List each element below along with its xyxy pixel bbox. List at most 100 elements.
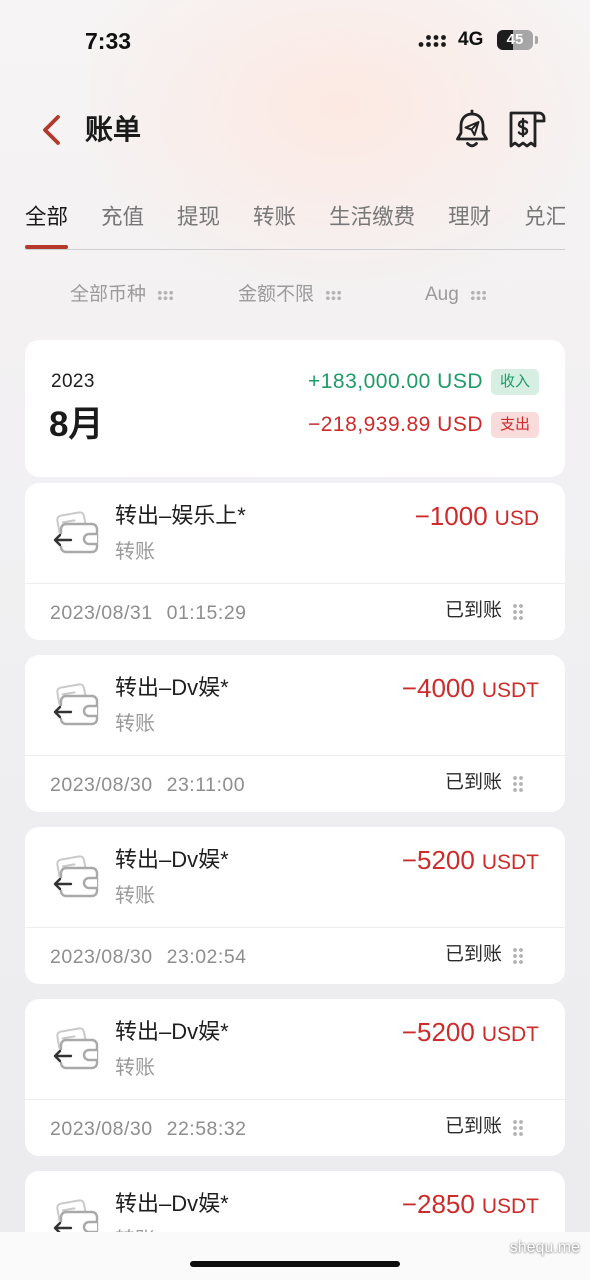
transaction-list: 转出–娱乐上* 转账 −1000 USD 2023/08/31 01:15:29… <box>25 483 565 1232</box>
transaction-title: 转出–Dv娱* <box>115 1019 229 1044</box>
home-indicator[interactable] <box>190 1261 400 1267</box>
transaction-title: 转出–娱乐上* <box>115 503 246 528</box>
status-dots-icon <box>512 1119 524 1137</box>
transaction-divider <box>25 1099 565 1100</box>
wallet-transfer-out-icon <box>53 1199 99 1232</box>
transaction-amount: −5200 USDT <box>402 1016 539 1048</box>
income-row: +183,000.00 USD 收入 <box>308 369 539 395</box>
wallet-transfer-out-icon <box>53 1027 99 1070</box>
expense-amount: −218,939.89 USD <box>307 413 483 436</box>
transaction-datetime: 2023/08/30 22:58:32 <box>50 1116 247 1142</box>
transaction-datetime: 2023/08/30 23:02:54 <box>50 944 247 970</box>
transaction-type: 转账 <box>115 541 155 563</box>
watermark: shequ.me <box>509 1239 580 1256</box>
transaction-date: 2023/08/31 <box>50 602 153 624</box>
transaction-card[interactable]: 转出–娱乐上* 转账 −1000 USD 2023/08/31 01:15:29… <box>25 483 565 640</box>
transaction-date: 2023/08/30 <box>50 774 153 796</box>
transaction-card[interactable]: 转出–Dv娱* 转账 −5200 USDT 2023/08/30 22:58:3… <box>25 999 565 1156</box>
wallet-transfer-out-icon <box>53 855 99 898</box>
status-bar: 7:33 4G 45 <box>0 0 590 80</box>
more-dots-icon <box>325 289 343 301</box>
status-time: 7:33 <box>85 28 132 54</box>
transaction-card[interactable]: 转出–Dv娱* 转账 −5200 USDT 2023/08/30 23:02:5… <box>25 827 565 984</box>
signal-dots-icon <box>418 35 446 47</box>
transaction-currency: USD <box>494 507 539 530</box>
transaction-currency: USDT <box>481 1023 539 1046</box>
month-filter-label: Aug <box>425 284 459 305</box>
bottom-safe-area: shequ.me <box>0 1232 590 1280</box>
currency-filter[interactable]: 全部币种 <box>70 283 175 307</box>
more-dots-icon <box>469 289 487 301</box>
wallet-transfer-out-icon <box>53 683 99 726</box>
receipt-dollar-icon[interactable] <box>505 108 549 152</box>
transaction-type: 转账 <box>115 885 155 907</box>
tab-exchange[interactable]: 兑汇 <box>524 200 565 250</box>
transaction-amount: −5200 USDT <box>402 844 539 876</box>
transaction-card[interactable]: 转出–Dv娱* 转账 −2850 USDT <box>25 1171 565 1232</box>
month-filter[interactable]: Aug <box>425 283 487 307</box>
transaction-title: 转出–Dv娱* <box>115 847 229 872</box>
transaction-type: 转账 <box>115 713 155 735</box>
transaction-divider <box>25 583 565 584</box>
status-dots-icon <box>512 947 524 965</box>
transaction-status: 已到账 <box>445 772 503 793</box>
transaction-status: 已到账 <box>445 944 503 965</box>
transaction-currency: USDT <box>481 851 539 874</box>
tab-withdraw[interactable]: 提现 <box>177 200 220 250</box>
transaction-time: 22:58:32 <box>166 1118 247 1140</box>
back-button[interactable] <box>36 112 66 148</box>
transaction-currency: USDT <box>481 1195 539 1218</box>
transaction-amount-value: −5200 <box>401 1017 475 1047</box>
transaction-divider <box>25 927 565 928</box>
page-title: 账单 <box>85 114 142 145</box>
transaction-type: 转账 <box>115 1057 155 1079</box>
transaction-amount-value: −1000 <box>414 501 488 531</box>
chevron-left-icon[interactable] <box>36 112 66 148</box>
battery-icon: 45 <box>497 30 533 50</box>
transaction-amount: −4000 USDT <box>402 672 539 704</box>
transaction-amount: −1000 USD <box>415 500 539 532</box>
tab-top-up[interactable]: 充值 <box>101 200 144 250</box>
receipt-button[interactable] <box>505 108 549 152</box>
transaction-datetime: 2023/08/31 01:15:29 <box>50 600 247 626</box>
transaction-amount-value: −2850 <box>401 1189 475 1219</box>
battery-nub <box>535 36 538 44</box>
transaction-amount-value: −5200 <box>401 845 475 875</box>
transaction-divider <box>25 755 565 756</box>
transaction-time: 23:11:00 <box>166 774 246 796</box>
transaction-date: 2023/08/30 <box>50 946 153 968</box>
monthly-summary-card: 2023 8月 +183,000.00 USD 收入 −218,939.89 U… <box>25 340 565 477</box>
transaction-time: 01:15:29 <box>166 602 247 624</box>
transaction-amount-value: −4000 <box>401 673 475 703</box>
tabs-divider <box>25 249 565 250</box>
transaction-status: 已到账 <box>445 1116 503 1137</box>
transaction-title: 转出–Dv娱* <box>115 675 229 700</box>
notification-button[interactable] <box>452 108 492 152</box>
transaction-time: 23:02:54 <box>166 946 247 968</box>
currency-filter-label: 全部币种 <box>70 284 147 305</box>
tab-transfer[interactable]: 转账 <box>253 200 296 250</box>
tab-all[interactable]: 全部 <box>25 200 69 250</box>
status-dots-icon <box>512 603 524 621</box>
summary-year: 2023 <box>51 371 95 392</box>
wallet-transfer-out-icon <box>53 511 99 554</box>
amount-filter[interactable]: 金额不限 <box>238 283 343 307</box>
more-dots-icon <box>157 289 175 301</box>
transaction-amount: −2850 USDT <box>402 1188 539 1220</box>
income-amount: +183,000.00 USD <box>307 370 483 393</box>
expense-row: −218,939.89 USD 支出 <box>308 412 539 438</box>
amount-filter-label: 金额不限 <box>238 284 315 305</box>
transaction-date: 2023/08/30 <box>50 1118 153 1140</box>
tab-utilities[interactable]: 生活缴费 <box>329 200 415 250</box>
transaction-currency: USDT <box>481 679 539 702</box>
category-tabs: 全部 充值 提现 转账 生活缴费 理财 兑汇 <box>25 200 565 250</box>
transaction-card[interactable]: 转出–Dv娱* 转账 −4000 USDT 2023/08/30 23:11:0… <box>25 655 565 812</box>
expense-badge: 支出 <box>491 412 539 438</box>
network-type: 4G <box>458 29 484 50</box>
transaction-status: 已到账 <box>445 600 503 621</box>
transaction-datetime: 2023/08/30 23:11:00 <box>50 772 245 798</box>
bell-icon[interactable] <box>452 108 492 152</box>
status-dots-icon <box>512 775 524 793</box>
tab-wealth[interactable]: 理财 <box>448 200 491 250</box>
income-badge: 收入 <box>491 369 539 395</box>
